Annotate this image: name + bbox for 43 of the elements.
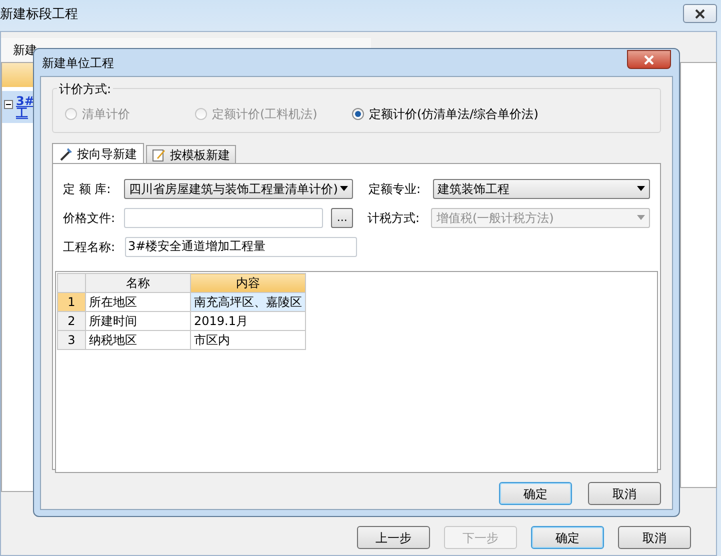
dialog-title: 新建单位工程: [42, 54, 114, 72]
row-number: 1: [58, 292, 86, 312]
footer-button[interactable]: 上一步: [357, 526, 430, 549]
close-button[interactable]: [683, 4, 717, 23]
footer-button[interactable]: 取消: [618, 526, 691, 549]
dropdown-arrow-icon: [637, 186, 645, 191]
table-cell[interactable]: 2019.1月: [190, 312, 306, 330]
dropdown[interactable]: 建筑装饰工程: [432, 178, 650, 198]
column-header: 内容: [190, 274, 306, 292]
tab[interactable]: 按向导新建: [52, 143, 144, 163]
close-icon: [694, 8, 706, 18]
close-icon: [643, 54, 655, 64]
table-cell: 所在地区: [86, 292, 190, 312]
column-header: [2, 63, 36, 87]
browse-button[interactable]: ...: [330, 208, 354, 228]
dialog-button[interactable]: 取消: [588, 482, 661, 505]
input-field[interactable]: 3#楼安全通道增加工程量: [125, 236, 357, 256]
table-cell[interactable]: 市区内: [190, 330, 306, 350]
field-label: 工程名称:: [63, 238, 116, 256]
footer-button[interactable]: 确定: [531, 526, 604, 549]
field-label: 定额专业:: [368, 180, 422, 198]
table-cell: 纳税地区: [86, 330, 190, 350]
dialog-button[interactable]: 确定: [499, 482, 572, 505]
tab[interactable]: 按模板新建: [146, 145, 236, 163]
row-number: 2: [58, 312, 86, 330]
group-label: 计价方式:: [57, 80, 114, 98]
row-number: 3: [58, 330, 86, 350]
window-title: 新建标段工程: [0, 6, 78, 24]
table-cell[interactable]: 南充高坪区、嘉陵区: [190, 292, 306, 312]
field-label: 计税方式:: [367, 210, 421, 226]
input-field[interactable]: [124, 208, 323, 228]
dropdown[interactable]: 四川省房屋建筑与装饰工程量清单计价): [124, 178, 354, 198]
column-header: 名称: [86, 274, 190, 292]
dropdown-arrow-icon: [340, 186, 348, 191]
field-label: 定 额 库:: [63, 180, 112, 198]
radio-option[interactable]: 定额计价(仿清单法/综合单价法): [352, 105, 572, 123]
close-button[interactable]: [627, 50, 671, 69]
field-label: 价格文件:: [63, 210, 116, 226]
radio-button[interactable]: [352, 108, 364, 120]
dropdown-arrow-icon: [637, 215, 645, 220]
wand-icon: [59, 146, 73, 160]
table-cell: 所建时间: [86, 312, 190, 330]
table-corner: [58, 274, 86, 292]
